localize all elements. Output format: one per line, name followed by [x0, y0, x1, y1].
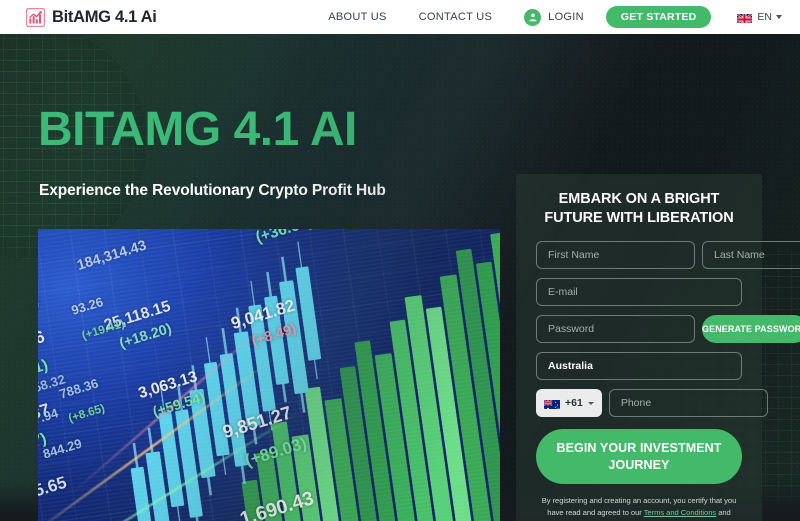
brand-logo[interactable]: BitAMG 4.1 Ai	[26, 8, 157, 27]
email-row	[536, 278, 742, 307]
landing-page: BitAMG 4.1 Ai ABOUT US CONTACT US LOGIN …	[0, 0, 800, 521]
generate-passwords-button[interactable]: GENERATE PASSWORDS	[702, 315, 800, 344]
country-input[interactable]	[536, 352, 742, 381]
login-button[interactable]: LOGIN	[524, 8, 584, 26]
signup-form-panel: EMBARK ON A BRIGHT FUTURE WITH LIBERATIO…	[516, 174, 800, 521]
form-title: EMBARK ON A BRIGHT FUTURE WITH LIBERATIO…	[544, 191, 734, 226]
brand-name: BitAMG 4.1 Ai	[52, 7, 157, 26]
nav-contact-us[interactable]: CONTACT US	[419, 11, 493, 23]
market-ticker-image: 4,602.9(+36.68)900.07(+10.40)8,805.16(+2…	[38, 229, 500, 521]
password-row: GENERATE PASSWORDS	[536, 315, 800, 344]
page-title: BITAMG 4.1 AI	[38, 103, 357, 156]
terms-and-conditions-link[interactable]: Terms and Conditions	[644, 508, 717, 517]
country-code-select[interactable]: +61	[536, 389, 602, 418]
legal-line-2-pre: have read and agreed to our	[547, 508, 644, 518]
site-header: BitAMG 4.1 Ai ABOUT US CONTACT US LOGIN …	[0, 0, 800, 34]
page-subtitle: Experience the Revolutionary Crypto Prof…	[39, 182, 386, 199]
flag-australia-icon	[544, 398, 560, 409]
hero-section: BITAMG 4.1 AI Experience the Revolutiona…	[0, 34, 800, 521]
language-code: EN	[757, 11, 772, 23]
get-started-button[interactable]: GET STARTED	[605, 6, 712, 28]
phone-input[interactable]	[608, 389, 768, 418]
user-avatar-icon	[524, 8, 542, 26]
flag-uk-icon	[737, 12, 753, 23]
last-name-input[interactable]	[702, 241, 800, 270]
first-name-input[interactable]	[536, 241, 695, 270]
country-code-value: +61	[565, 397, 583, 410]
main-navigation: ABOUT US CONTACT US LOGIN GET STARTED EN	[328, 6, 800, 28]
legal-line-1: By registering and creating an account, …	[541, 496, 737, 506]
legal-line-2-post: and	[716, 508, 731, 518]
language-selector[interactable]: EN	[737, 11, 782, 23]
login-label: LOGIN	[548, 11, 584, 23]
phone-row: +61	[536, 389, 768, 418]
chevron-down-icon	[587, 401, 594, 405]
name-row	[536, 241, 800, 270]
chart-bars-icon	[26, 7, 45, 27]
password-input[interactable]	[536, 315, 695, 344]
legal-disclaimer: By registering and creating an account, …	[536, 495, 742, 521]
submit-button[interactable]: BEGIN YOUR INVESTMENT JOURNEY	[536, 429, 742, 485]
chevron-down-icon	[776, 15, 782, 19]
country-row	[536, 352, 742, 381]
email-input[interactable]	[536, 278, 742, 307]
nav-about-us[interactable]: ABOUT US	[328, 11, 386, 23]
